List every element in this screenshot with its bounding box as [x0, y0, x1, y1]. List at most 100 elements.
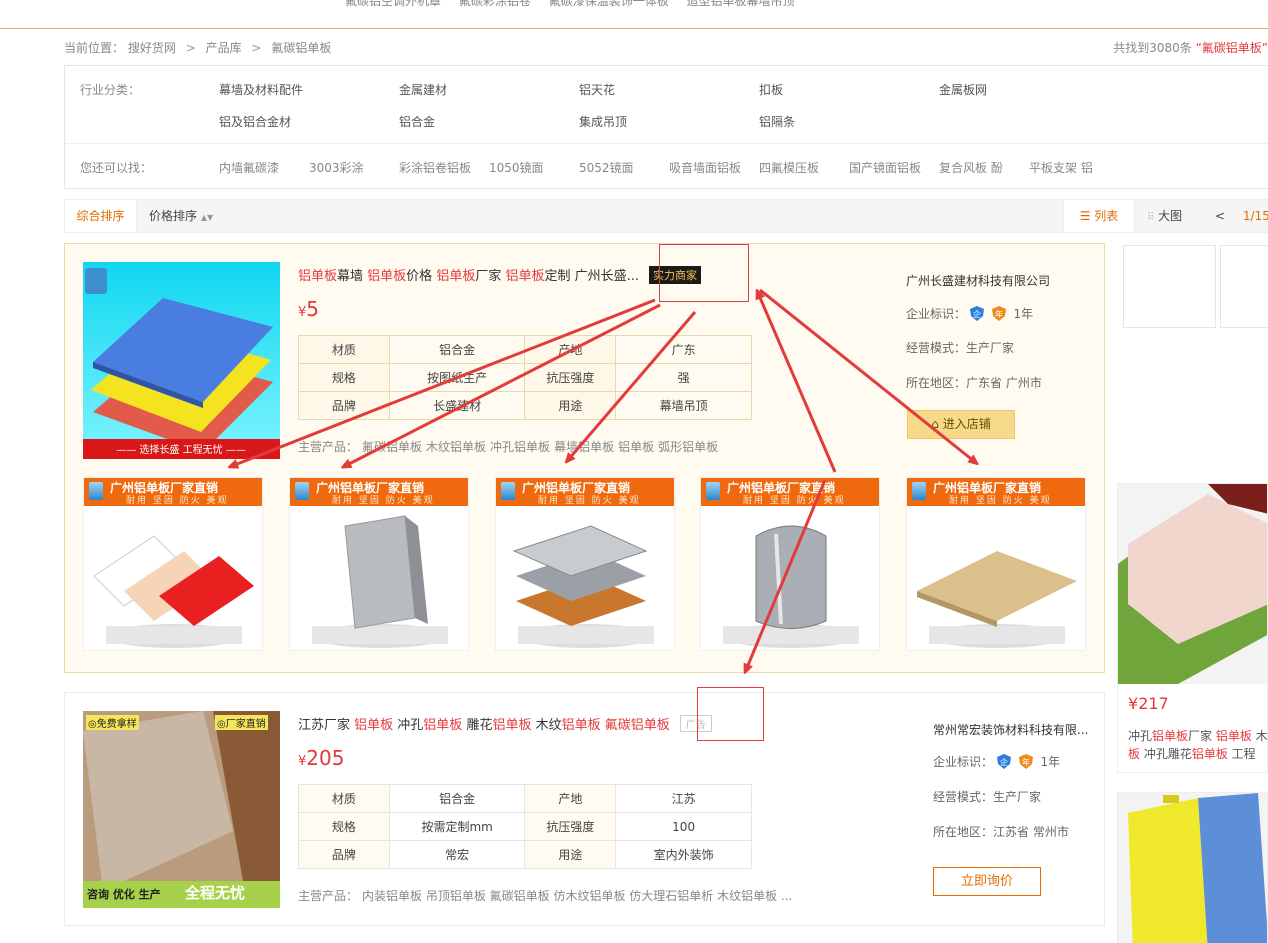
hot-word[interactable]: 氟碳铝空调外机罩	[345, 0, 441, 8]
attr-key: 品牌	[298, 391, 390, 420]
price-value: 217	[1138, 694, 1169, 713]
also-find-item[interactable]: 1050镜面	[489, 159, 544, 176]
industry-item[interactable]: 金属板网	[939, 81, 987, 98]
also-find-item[interactable]: 内墙氟碳漆	[219, 159, 279, 176]
result-keyword: “氟碳铝单板”	[1195, 41, 1268, 55]
page-indicator: 1/15	[1242, 209, 1268, 223]
recommended-product[interactable]: ¥217 冲孔铝单板厂家 铝单板 木 板 冲孔雕花铝单板 工程	[1117, 483, 1268, 773]
cert-label: 企业标识：	[906, 307, 967, 321]
member-years: 1年	[1013, 307, 1034, 321]
main-products-text[interactable]: 内装铝单板 吊顶铝单板 氟碳铝单板 仿木纹铝单板 仿大理石铝单析 木纹铝单板 .…	[362, 889, 792, 903]
product-title-text: 江苏厂家 铝单板 冲孔铝单板 雕花铝单板 木纹铝单板 氟碳铝单板	[298, 718, 670, 733]
company-region: 所在地区：广东省 广州市	[906, 376, 1042, 390]
attr-key: 用途	[524, 840, 617, 869]
industry-item[interactable]: 铝及铝合金材	[219, 113, 291, 130]
product-card: —— 选择长盛 工程无忧 —— 铝单板幕墙 铝单板价格 铝单板厂家 铝单板定制 …	[64, 243, 1105, 673]
list-icon: ☰	[1079, 209, 1091, 223]
attr-key: 用途	[524, 391, 617, 420]
industry-item[interactable]: 铝天花	[579, 81, 615, 98]
recommended-price: ¥217	[1128, 694, 1169, 713]
industry-item[interactable]: 铝合金	[399, 113, 435, 130]
also-find-item[interactable]: 国产镜面铝板	[849, 159, 921, 176]
main-product-link[interactable]: 氟碳铝单板	[362, 440, 422, 454]
sort-general-tab[interactable]: 综合排序	[65, 200, 137, 232]
industry-item[interactable]: 幕墙及材料配件	[219, 81, 303, 98]
ad-placeholder[interactable]	[1220, 245, 1268, 328]
hot-word[interactable]: 造型铝单板幕墙吊顶	[687, 0, 795, 8]
thumbnail-3[interactable]: 广州铝单板厂家直销 耐用 坚固 防火 美观	[495, 477, 675, 651]
product-title-text: 铝单板幕墙 铝单板价格 铝单板厂家 铝单板定制 广州长盛...	[298, 269, 639, 284]
main-product-link[interactable]: 幕墙铝单板	[554, 440, 614, 454]
attr-value: 按图纸生产	[388, 363, 526, 392]
company-name[interactable]: 广州长盛建材科技有限公司	[906, 272, 1050, 289]
hot-word[interactable]: 氟碳漆保温装饰一体板	[549, 0, 669, 8]
title-segment: 江苏厂家	[298, 718, 355, 733]
attribute-table: 材质 铝合金 产地 江苏 规格 按需定制mm 抗压强度 100 品牌 常宏 用途…	[298, 784, 752, 869]
view-grid-label: 大图	[1158, 209, 1183, 223]
keyword-highlight: 铝单板	[1215, 729, 1252, 743]
inquiry-button[interactable]: 立即询价	[933, 867, 1041, 896]
result-count-text: 共找到3080条	[1113, 41, 1192, 55]
attr-key: 规格	[298, 812, 390, 841]
prev-page-button[interactable]: <	[1215, 209, 1225, 223]
also-find-item[interactable]: 3003彩涂	[309, 159, 364, 176]
keyword-highlight: 铝单板	[436, 269, 476, 284]
table-row: 材质 铝合金 产地 广东	[298, 335, 752, 364]
main-product-link[interactable]: 木纹铝单板	[426, 440, 486, 454]
table-row: 品牌 常宏 用途 室内外装饰	[298, 840, 752, 869]
title-segment: 工程	[1227, 747, 1256, 761]
company-region: 所在地区：江苏省 常州市	[933, 825, 1069, 839]
table-row: 规格 按图纸生产 抗压强度 强	[298, 363, 752, 392]
also-find-item[interactable]: 平板支架 铝	[1029, 159, 1093, 176]
also-find-item[interactable]: 复合风板 酚	[939, 159, 1003, 176]
title-segment: 冲孔	[393, 718, 424, 733]
banner-subtext: 耐用 坚固 防火 美观	[126, 496, 229, 506]
enter-shop-button[interactable]: ⌂ 进入店铺	[907, 410, 1015, 439]
keyword-highlight: 铝单板	[505, 269, 545, 284]
currency-symbol: ¥	[1128, 694, 1139, 713]
thumbnail-image	[723, 525, 859, 648]
attr-value: 强	[615, 363, 752, 392]
also-find-item[interactable]: 彩涂铝卷铝板	[399, 159, 471, 176]
company-name[interactable]: 常州常宏装饰材料科技有限...	[933, 721, 1088, 738]
thumbnail-1[interactable]: 广州铝单板厂家直销 耐用 坚固 防火 美观	[83, 477, 263, 651]
product-title[interactable]: 铝单板幕墙 铝单板价格 铝单板厂家 铝单板定制 广州长盛... 实力商家	[298, 265, 702, 284]
industry-item[interactable]: 集成吊顶	[579, 113, 627, 130]
product-main-image[interactable]: —— 选择长盛 工程无忧 ——	[83, 262, 280, 459]
also-find-item[interactable]: 四氟模压板	[759, 159, 819, 176]
breadcrumb-link-home[interactable]: 搜好货网	[128, 41, 176, 55]
verified-shield-icon: 企	[996, 754, 1011, 769]
main-product-link[interactable]: 冲孔铝单板	[490, 440, 550, 454]
attr-value: 按需定制mm	[388, 812, 526, 841]
thumbnail-5[interactable]: 广州铝单板厂家直销 耐用 坚固 防火 美观	[906, 477, 1086, 651]
product-title[interactable]: 江苏厂家 铝单板 冲孔铝单板 雕花铝单板 木纹铝单板 氟碳铝单板 广告	[298, 714, 712, 733]
thumbnail-banner: 广州铝单板厂家直销 耐用 坚固 防火 美观	[496, 478, 674, 506]
factory-direct-tag: ◎厂家直销	[215, 715, 268, 730]
industry-item[interactable]: 铝隔条	[759, 113, 795, 130]
thumbnail-4[interactable]: 广州铝单板厂家直销 耐用 坚固 防火 美观	[700, 477, 880, 651]
attr-value: 常宏	[388, 840, 526, 869]
sort-price-tab[interactable]: 价格排序 ▲▼	[149, 200, 213, 234]
main-product-link[interactable]: 弧形铝单板	[658, 440, 718, 454]
view-list-button[interactable]: ☰ 列表	[1063, 200, 1135, 232]
recommended-product[interactable]	[1117, 792, 1268, 943]
member-years: 1年	[1040, 755, 1061, 769]
free-sample-tag: ◎免费拿样	[86, 715, 139, 730]
breadcrumb-link-products[interactable]: 产品库	[206, 41, 242, 55]
hot-word[interactable]: 氟碳彩涂铝卷	[459, 0, 531, 8]
annotation-box	[697, 687, 764, 741]
view-grid-button[interactable]: ⠿ 大图	[1147, 200, 1182, 234]
industry-item[interactable]: 金属建材	[399, 81, 447, 98]
breadcrumb-sep: >	[185, 41, 196, 55]
also-find-item[interactable]: 吸音墙面铝板	[669, 159, 741, 176]
industry-item[interactable]: 扣板	[759, 81, 783, 98]
also-find-item[interactable]: 5052镜面	[579, 159, 634, 176]
industry-label: 行业分类：	[80, 83, 141, 97]
keyword-highlight: 铝单板	[298, 269, 338, 284]
ad-placeholder[interactable]	[1123, 245, 1216, 328]
brand-logo-icon	[706, 482, 720, 500]
thumbnail-image	[93, 535, 254, 648]
thumbnail-2[interactable]: 广州铝单板厂家直销 耐用 坚固 防火 美观	[289, 477, 469, 651]
product-main-image[interactable]	[83, 711, 280, 908]
main-product-link[interactable]: 铝单板	[618, 440, 654, 454]
